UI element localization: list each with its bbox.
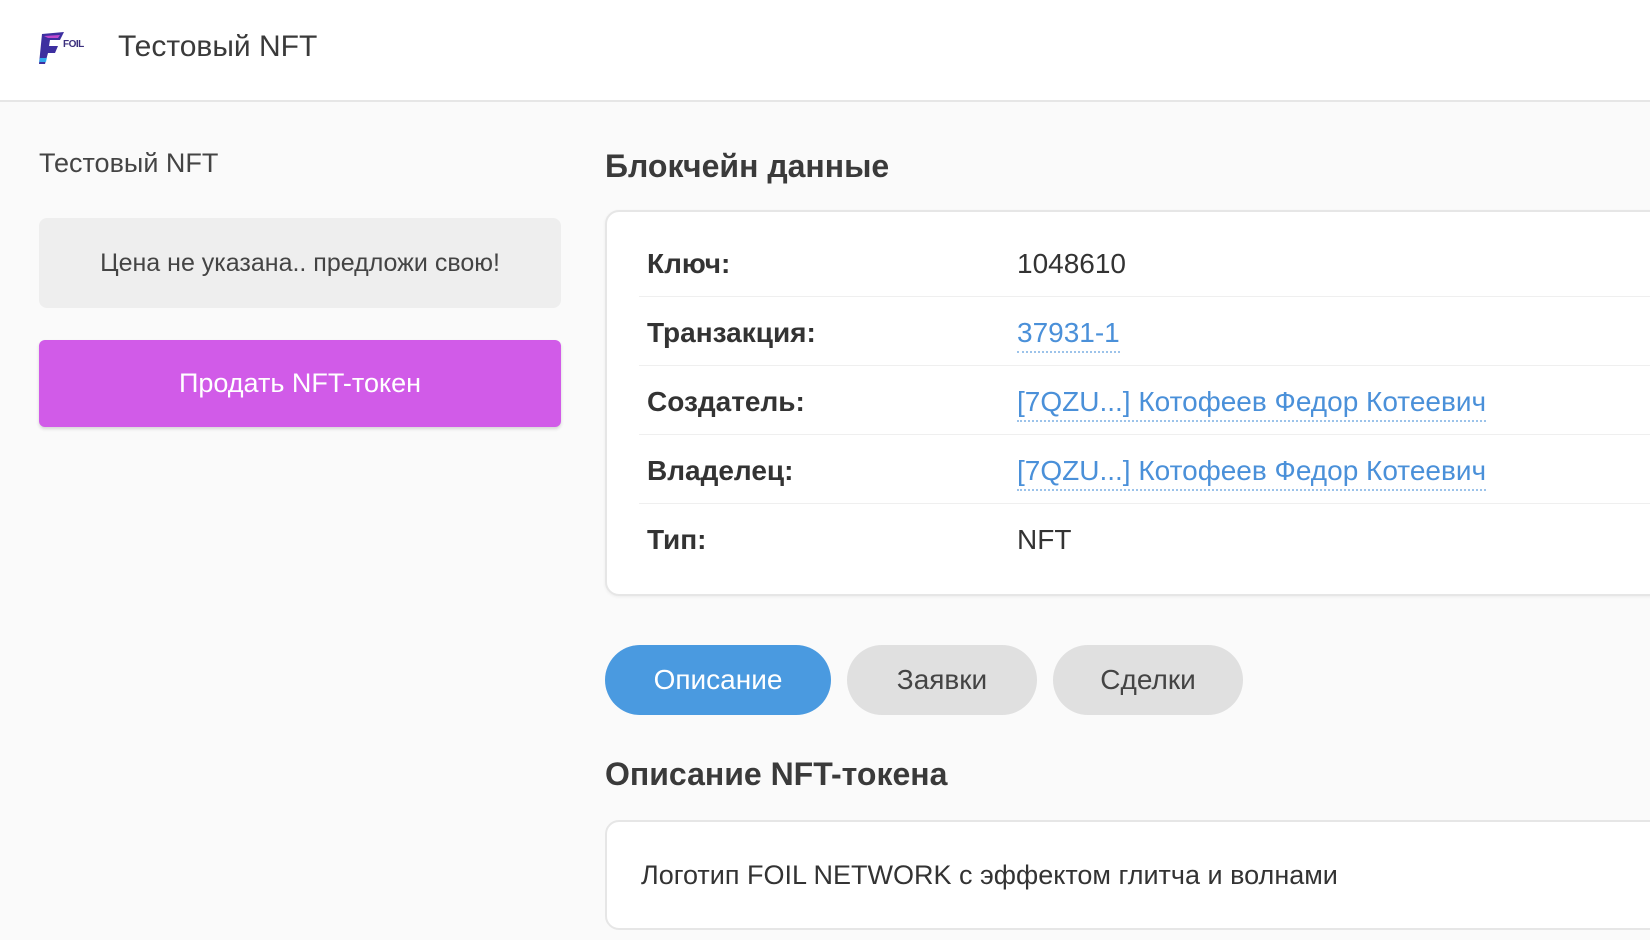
description-text: Логотип FOIL NETWORK с эффектом глитча и… bbox=[641, 860, 1338, 890]
row-creator: Создатель: [7QZU...] Котофеев Федор Коте… bbox=[639, 366, 1650, 435]
row-owner: Владелец: [7QZU...] Котофеев Федор Котее… bbox=[639, 435, 1650, 504]
row-transaction: Транзакция: 37931-1 bbox=[639, 297, 1650, 366]
owner-link[interactable]: [7QZU...] Котофеев Федор Котеевич bbox=[1017, 455, 1487, 491]
logo-word: FOIL bbox=[63, 39, 84, 50]
type-label: Тип: bbox=[647, 524, 707, 555]
top-bar: FOIL Тестовый NFT bbox=[0, 0, 1650, 102]
creator-label: Создатель: bbox=[647, 386, 805, 417]
blockchain-section-title: Блокчейн данные bbox=[605, 148, 890, 184]
key-label: Ключ: bbox=[647, 248, 731, 279]
price-text: Цена не указана.. предложи свою! bbox=[100, 248, 500, 277]
row-type: Тип: NFT bbox=[639, 504, 1650, 573]
creator-link[interactable]: [7QZU...] Котофеев Федор Котеевич bbox=[1017, 386, 1487, 422]
description-card: Логотип FOIL NETWORK с эффектом глитча и… bbox=[605, 820, 1650, 930]
type-value: NFT bbox=[1017, 524, 1072, 555]
tab-deals[interactable]: Сделки bbox=[1053, 645, 1243, 715]
owner-label: Владелец: bbox=[647, 455, 794, 486]
tab-bar: Описание Заявки Сделки bbox=[605, 645, 1243, 715]
row-key: Ключ: 1048610 bbox=[639, 228, 1650, 297]
price-notice: Цена не указана.. предложи свою! bbox=[39, 218, 561, 308]
tab-orders[interactable]: Заявки bbox=[847, 645, 1037, 715]
nft-name: Тестовый NFT bbox=[39, 148, 219, 178]
tab-description[interactable]: Описание bbox=[605, 645, 831, 715]
key-value: 1048610 bbox=[1017, 248, 1127, 279]
blockchain-data-card: Ключ: 1048610 Транзакция: 37931-1 Создат… bbox=[605, 210, 1650, 596]
transaction-link[interactable]: 37931-1 bbox=[1017, 317, 1120, 353]
page-title: Тестовый NFT bbox=[118, 30, 318, 63]
sell-nft-button[interactable]: Продать NFT-токен bbox=[39, 340, 561, 427]
description-section-title: Описание NFT-токена bbox=[605, 756, 948, 792]
transaction-label: Транзакция: bbox=[647, 317, 816, 348]
